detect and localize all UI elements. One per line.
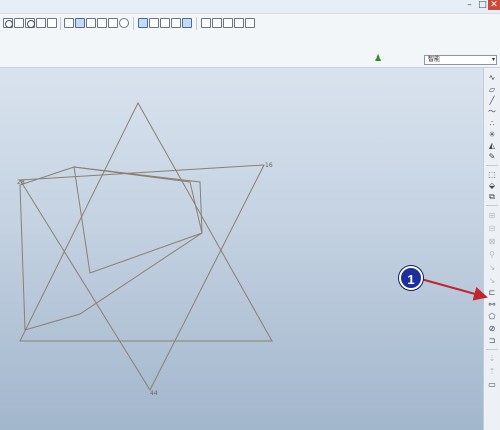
sketch-dimensions-icon[interactable] [234,18,244,28]
arc-tool-icon[interactable]: ◭ [487,141,497,150]
status-indicator-icon: ♟ [374,54,383,64]
dimension-icon[interactable]: ↘ [487,276,497,285]
sketch-help-icon[interactable] [245,18,255,28]
vertex-label-44: 44 [150,390,158,397]
datum-planes-icon[interactable] [138,18,148,28]
display-style-shaded-icon[interactable] [64,18,74,28]
sketch-grid-icon[interactable] [201,18,211,28]
sketch-triangle-down [19,164,265,392]
callout-number-badge: 1 [399,266,423,290]
toolbar-separator [486,205,498,206]
toolbar-separator [486,349,498,350]
undo-icon[interactable]: ⇣ [487,354,497,363]
sketch-geometry: 16 28 44 [17,101,273,397]
text-tool-icon[interactable]: ⬠ [487,312,497,321]
centerline-tool-icon[interactable]: ✳ [487,130,497,139]
trim-icon[interactable]: ⊞ [487,211,497,220]
minimize-button[interactable]: – [463,0,476,10]
point-tool-icon[interactable]: ∴ [487,119,497,128]
selection-filter-select[interactable]: 智能 ▾ [424,55,497,65]
done-icon[interactable]: ⊘ [487,324,497,333]
redo-icon[interactable]: ⇡ [487,367,497,376]
mirror-icon[interactable]: ⊟ [487,224,497,233]
sheet-icon[interactable]: ▭ [487,380,497,389]
close-button[interactable]: ✕ [488,0,500,10]
toolbar-separator [133,17,134,30]
divide-icon[interactable]: ⊠ [487,237,497,246]
display-style-wireframe-icon[interactable] [75,18,85,28]
window-titlebar: – □ ✕ [0,0,500,14]
coordinate-systems-icon[interactable] [171,18,181,28]
use-edge-icon[interactable]: ⬚ [487,170,497,179]
display-style-no-hidden-icon[interactable] [97,18,107,28]
rectangle-tool-icon[interactable]: ▱ [487,85,497,94]
zoom-fit-icon[interactable] [14,18,24,28]
sketch-canvas[interactable]: 16 28 44 [0,68,483,430]
sketch-tools-toolbar: ∿ ▱ ╱ 〜 ∴ ✳ ◭ ✎ ⬚ ⬙ ⧉ ⊞ ⊟ ⊠ ⚲ ↘ ↘ ⊏ ⚯ ⬠ … [483,68,500,430]
toolbar-separator [196,17,197,30]
sketch-triangle-up [19,101,273,342]
toolbar-separator [60,17,61,30]
vertex-label-16: 16 [265,162,273,169]
zoom-in-icon[interactable] [3,18,13,28]
sketch-hexagon [19,166,203,331]
delete-segment-icon[interactable]: ⚲ [487,250,497,259]
display-style-shading-icon[interactable] [108,18,118,28]
sketch-setup-icon[interactable] [182,18,192,28]
sketch-vertices-icon[interactable] [212,18,222,28]
datum-points-icon[interactable] [160,18,170,28]
chevron-down-icon: ▾ [491,56,495,63]
vertex-label-28: 28 [17,179,25,186]
toolbar-separator [486,165,498,166]
palette-icon[interactable]: ⚯ [487,300,497,309]
line-tool-icon[interactable]: ∿ [487,73,497,82]
constraint-icon[interactable]: ↘ [487,263,497,272]
refit-icon[interactable] [36,18,46,28]
view-toolbar [0,14,500,34]
named-view-icon[interactable] [119,18,129,28]
selection-filter-value: 智能 [428,56,441,63]
display-style-hidden-icon[interactable] [86,18,96,28]
thicken-icon[interactable]: ⧉ [487,192,497,201]
quit-icon[interactable]: ⊐ [487,336,497,345]
save-view-icon[interactable] [47,18,57,28]
sketch-constraints-icon[interactable] [223,18,233,28]
fillet-tool-icon[interactable]: ✎ [487,152,497,161]
modify-icon[interactable]: ⊏ [487,288,497,297]
zoom-out-icon[interactable] [25,18,35,28]
datum-axes-icon[interactable] [149,18,159,28]
offset-edge-icon[interactable]: ⬙ [487,181,497,190]
spline-tool-icon[interactable]: 〜 [487,107,497,116]
line-single-tool-icon[interactable]: ╱ [487,96,497,105]
